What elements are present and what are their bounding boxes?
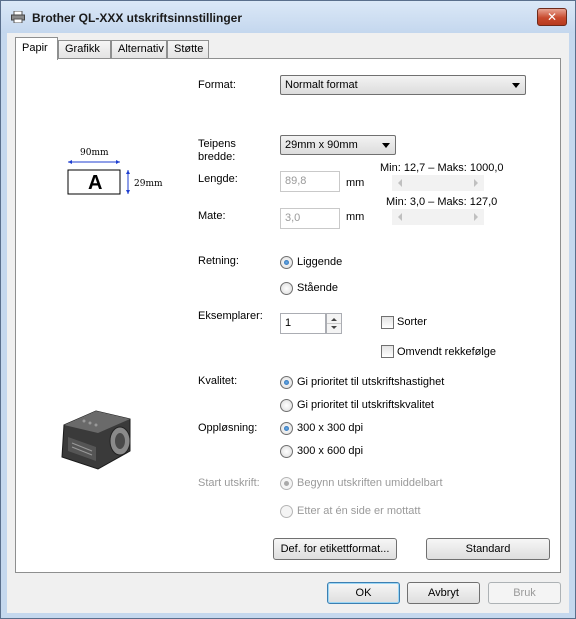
tape-width-value: 29mm x 90mm [285,139,358,151]
tape-width-dropdown[interactable]: 29mm x 90mm [280,135,396,155]
close-button[interactable]: ✕ [537,8,567,26]
label-format-button[interactable]: Def. for etikettformat... [273,538,397,560]
stepper-divider [327,323,341,324]
tab-stotte[interactable]: Støtte [167,40,209,59]
start-immediately-label[interactable]: Begynn utskriften umiddelbart [297,477,443,489]
copies-label: Eksemplarer: [198,310,263,322]
preview-width-label: 90mm [80,148,109,158]
feed-range-text: Min: 3,0 – Maks: 127,0 [386,196,498,208]
divider-middle [224,242,474,243]
quality-quality-radio[interactable] [280,399,293,412]
preview-letter: A [88,172,103,194]
print-settings-window: Brother QL-XXX utskriftsinnstillinger ✕ … [0,0,576,619]
orientation-landscape-radio[interactable] [280,256,293,269]
copies-input[interactable]: 1 [280,313,326,334]
feed-scrollbar[interactable] [392,209,484,225]
resolution-label: Oppløsning: [198,422,258,434]
start-print-label: Start utskrift: [198,477,260,489]
apply-button[interactable]: Bruk [488,582,561,604]
length-label: Lengde: [198,173,238,185]
resolution-600-radio[interactable] [280,445,293,458]
label-size-preview [67,160,130,195]
start-immediately-radio[interactable] [280,477,293,490]
orientation-landscape-label[interactable]: Liggende [297,256,342,268]
stepper-up-icon[interactable] [331,318,337,321]
reverse-order-checkbox[interactable] [381,345,394,358]
chevron-down-icon [512,83,520,88]
start-after-page-label[interactable]: Etter at én side er mottatt [297,505,421,517]
window-title: Brother QL-XXX utskriftsinnstillinger [32,11,243,25]
copies-stepper[interactable] [326,313,342,334]
arrow-left-icon [398,213,402,221]
quality-speed-label[interactable]: Gi prioritet til utskriftshastighet [297,376,444,388]
format-dropdown[interactable]: Normalt format [280,75,526,95]
tape-width-label-line2: bredde: [198,151,236,163]
quality-speed-radio[interactable] [280,376,293,389]
format-value: Normalt format [285,79,358,91]
cancel-button[interactable]: Avbryt [407,582,480,604]
format-label: Format: [198,79,236,91]
feed-input[interactable]: 3,0 [280,208,340,229]
feed-unit: mm [346,211,365,223]
collate-checkbox[interactable] [381,316,394,329]
title-bar: Brother QL-XXX utskriftsinnstillinger ✕ [1,1,575,33]
reverse-order-label[interactable]: Omvendt rekkefølge [397,346,496,358]
collate-label[interactable]: Sorter [397,316,427,328]
label-printer-image [61,410,131,470]
arrow-right-icon [474,179,478,187]
arrow-right-icon [474,213,478,221]
length-unit: mm [346,177,365,189]
length-scrollbar[interactable] [392,175,484,191]
ok-button[interactable]: OK [327,582,400,604]
length-input[interactable]: 89,8 [280,171,340,192]
printer-icon [11,11,25,23]
orientation-portrait-label[interactable]: Stående [297,282,338,294]
tab-grafikk[interactable]: Grafikk [58,40,111,59]
close-icon: ✕ [546,10,558,24]
resolution-300-radio[interactable] [280,422,293,435]
divider-top [36,117,482,118]
resolution-600-label[interactable]: 300 x 600 dpi [297,445,363,457]
resolution-300-label[interactable]: 300 x 300 dpi [297,422,363,434]
quality-quality-label[interactable]: Gi prioritet til utskriftskvalitet [297,399,434,411]
quality-label: Kvalitet: [198,375,238,387]
tab-alternativ[interactable]: Alternativ [111,40,167,59]
orientation-portrait-radio[interactable] [280,282,293,295]
start-after-page-radio[interactable] [280,505,293,518]
arrow-left-icon [398,179,402,187]
tab-papir[interactable]: Papir [15,37,58,60]
tape-width-label-line1: Teipens [198,138,236,150]
chevron-down-icon [382,143,390,148]
standard-button[interactable]: Standard [426,538,550,560]
paper-tab-panel: Format: Normalt format 90mm A 29mm Teipe… [15,58,561,573]
dialog-client: Papir Grafikk Alternativ Støtte Format: … [7,33,569,613]
length-range-text: Min: 12,7 – Maks: 1000,0 [380,162,504,174]
stepper-down-icon[interactable] [331,326,337,329]
orientation-label: Retning: [198,255,239,267]
feed-label: Mate: [198,210,226,222]
preview-height-label: 29mm [134,179,163,189]
